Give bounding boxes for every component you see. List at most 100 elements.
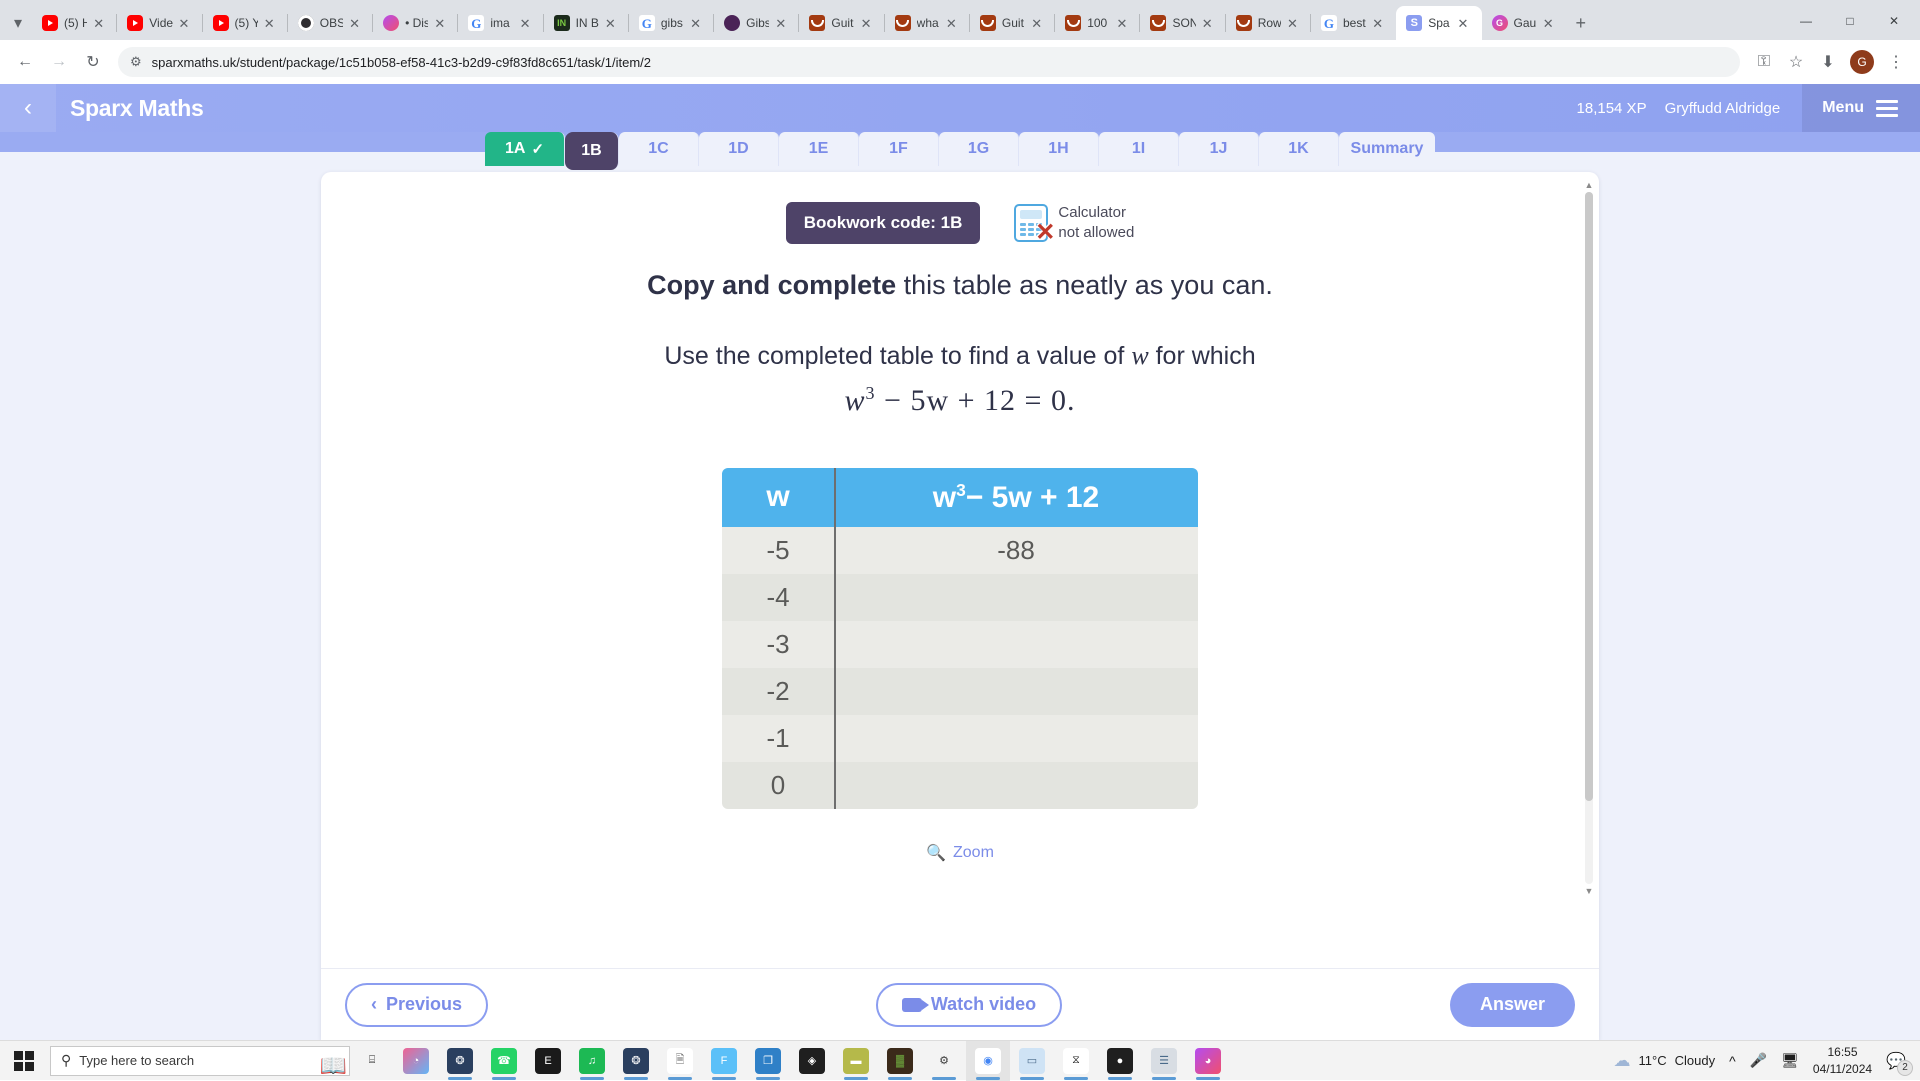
tab-close-icon[interactable]: ✕ [946,17,962,30]
taskbar-app[interactable]: ▭ [1010,1041,1054,1081]
browser-tab[interactable]: SON✕ [1140,6,1225,40]
browser-tab[interactable]: Row✕ [1226,6,1311,40]
tab-close-icon[interactable]: ✕ [93,17,109,30]
scrollbar-track[interactable] [1585,192,1593,884]
taskbar-app[interactable]: 🗎 [658,1041,702,1081]
taskbar-app[interactable]: ◈ [790,1041,834,1081]
zoom-button[interactable]: 🔍 Zoom [926,843,994,863]
minimize-button[interactable]: — [1784,6,1828,36]
taskbar-app[interactable]: ◔ [394,1041,438,1081]
tab-close-icon[interactable]: ✕ [1202,17,1218,30]
tray-overflow-chevron-icon[interactable]: ^ [1729,1053,1736,1069]
reload-icon[interactable]: ↻ [78,47,108,77]
card-scrollbar[interactable]: ▲ ▼ [1583,180,1595,896]
browser-tab[interactable]: (5) Y✕ [203,6,288,40]
tab-close-icon[interactable]: ✕ [690,17,706,30]
taskbar-app[interactable]: ⧖ [1054,1041,1098,1081]
browser-tab[interactable]: Gibs✕ [714,6,799,40]
tab-close-icon[interactable]: ✕ [1031,17,1047,30]
task-tab-1i[interactable]: 1I [1099,132,1179,166]
taskbar-app[interactable]: F [702,1041,746,1081]
tab-close-icon[interactable]: ✕ [1372,17,1388,30]
tab-close-icon[interactable]: ✕ [179,17,195,30]
task-tab-1a[interactable]: 1A✓ [485,132,565,166]
start-button[interactable] [0,1041,48,1081]
tab-close-icon[interactable]: ✕ [349,17,365,30]
taskbar-app[interactable]: ▬ [834,1041,878,1081]
browser-tab[interactable]: GGau✕ [1482,6,1567,40]
taskbar-clock[interactable]: 16:55 04/11/2024 [1813,1044,1872,1076]
tab-close-icon[interactable]: ✕ [1458,17,1474,30]
tab-close-icon[interactable]: ✕ [1543,17,1559,30]
browser-tab[interactable]: ININ B✕ [544,6,629,40]
task-tab-1g[interactable]: 1G [939,132,1019,166]
task-tab-summary[interactable]: Summary [1339,132,1435,166]
profile-avatar[interactable]: G [1850,50,1874,74]
task-tab-1k[interactable]: 1K [1259,132,1339,166]
taskbar-app[interactable]: ❂ [438,1041,482,1081]
tab-close-icon[interactable]: ✕ [861,17,877,30]
task-tab-1b[interactable]: 1B [565,132,619,170]
taskbar-app[interactable]: ◉ [966,1041,1010,1081]
microphone-icon[interactable]: 🎤 [1750,1052,1767,1069]
tab-search-dropdown-icon[interactable]: ▾ [4,6,32,40]
tab-close-icon[interactable]: ✕ [1116,17,1132,30]
tab-close-icon[interactable]: ✕ [434,17,450,30]
tab-close-icon[interactable]: ✕ [775,17,791,30]
browser-tab[interactable]: SSpa✕ [1396,6,1481,40]
taskbar-app[interactable]: ▓ [878,1041,922,1081]
taskbar-app[interactable]: ● [1098,1041,1142,1081]
maximize-button[interactable]: □ [1828,6,1872,36]
weather-widget[interactable]: ☁ 11°C Cloudy [1614,1051,1716,1071]
back-navigation-icon[interactable]: ← [10,47,40,77]
bookmark-star-icon[interactable]: ☆ [1782,48,1810,76]
downloads-icon[interactable]: ⬇ [1814,48,1842,76]
network-icon[interactable]: 🖥 [1781,1052,1799,1069]
taskbar-app[interactable]: ❐ [746,1041,790,1081]
tab-close-icon[interactable]: ✕ [264,17,280,30]
taskbar-app[interactable]: E [526,1041,570,1081]
chrome-menu-icon[interactable]: ⋮ [1882,48,1910,76]
forward-navigation-icon[interactable]: → [44,47,74,77]
task-tab-1f[interactable]: 1F [859,132,939,166]
browser-tab[interactable]: Gima✕ [458,6,543,40]
answer-button[interactable]: Answer [1450,983,1575,1027]
browser-tab[interactable]: OBS✕ [288,6,373,40]
taskbar-app[interactable]: ◕ [1186,1041,1230,1081]
tab-close-icon[interactable]: ✕ [1287,17,1303,30]
browser-tab[interactable]: wha✕ [885,6,970,40]
browser-tab[interactable]: Guit✕ [970,6,1055,40]
site-settings-icon[interactable]: ⚙ [130,54,142,70]
taskbar-app[interactable]: ☰ [1142,1041,1186,1081]
browser-tab[interactable]: 100✕ [1055,6,1140,40]
taskbar-search[interactable]: ⚲ Type here to search 📖 [50,1046,350,1076]
task-tab-1j[interactable]: 1J [1179,132,1259,166]
taskbar-app[interactable]: ☎ [482,1041,526,1081]
browser-tab[interactable]: Guit✕ [799,6,884,40]
task-tab-1e[interactable]: 1E [779,132,859,166]
scroll-up-arrow-icon[interactable]: ▲ [1585,180,1594,190]
close-window-button[interactable]: ✕ [1872,6,1916,36]
previous-button[interactable]: ‹ Previous [345,983,488,1027]
new-tab-button[interactable]: + [1567,9,1595,37]
tab-close-icon[interactable]: ✕ [520,17,536,30]
taskbar-app[interactable]: ♫ [570,1041,614,1081]
tab-close-icon[interactable]: ✕ [605,17,621,30]
address-bar[interactable]: ⚙ sparxmaths.uk/student/package/1c51b058… [118,47,1740,77]
app-back-button[interactable]: ‹ [0,84,56,132]
task-tab-1d[interactable]: 1D [699,132,779,166]
scrollbar-thumb[interactable] [1585,192,1593,801]
taskbar-app[interactable]: ⚙ [922,1041,966,1081]
task-tab-1h[interactable]: 1H [1019,132,1099,166]
watch-video-button[interactable]: Watch video [876,983,1062,1027]
browser-tab[interactable]: Ggibs✕ [629,6,714,40]
task-tab-1c[interactable]: 1C [619,132,699,166]
scroll-down-arrow-icon[interactable]: ▼ [1585,886,1594,896]
taskbar-app[interactable]: ❂ [614,1041,658,1081]
browser-tab[interactable]: Gbest✕ [1311,6,1396,40]
browser-tab[interactable]: • Dis✕ [373,6,458,40]
taskbar-app[interactable]: ⌸ [350,1041,394,1081]
password-key-icon[interactable]: ⚿ [1750,48,1778,76]
browser-tab[interactable]: (5) H✕ [32,6,117,40]
notifications-button[interactable]: 💬 2 [1886,1051,1906,1071]
